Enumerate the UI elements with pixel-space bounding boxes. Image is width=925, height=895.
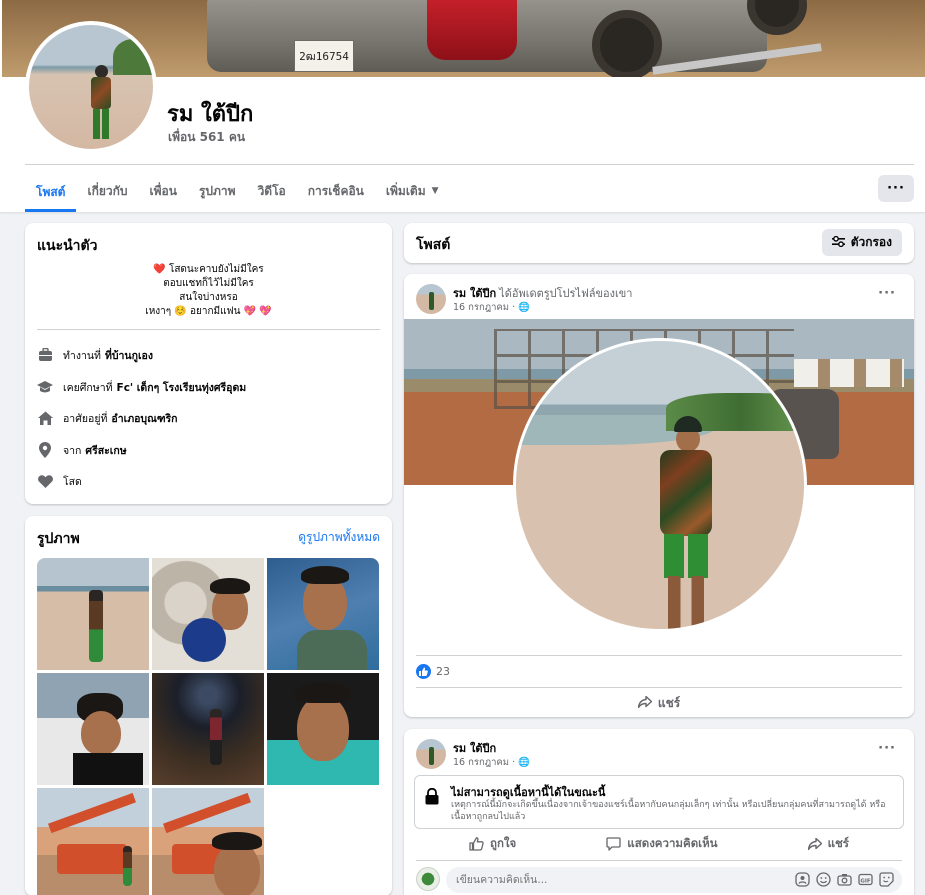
photo-thumbnail[interactable]	[152, 558, 264, 670]
home-icon	[37, 410, 53, 426]
like-button[interactable]: ถูกใจ	[469, 835, 516, 853]
briefcase-icon	[37, 347, 53, 363]
commenter-avatar[interactable]	[416, 867, 440, 891]
photos-card: รูปภาพ ดูรูปภาพทั้งหมด	[25, 516, 392, 895]
photo-thumbnail[interactable]	[267, 673, 379, 785]
post-author-avatar[interactable]	[416, 284, 446, 314]
photo-thumbnail[interactable]	[267, 558, 379, 670]
share-arrow-icon	[807, 838, 822, 850]
bio-line: ตอบแชทก็ไว้ไม่มีใคร	[163, 278, 254, 289]
comment-composer: GIF	[416, 867, 902, 893]
post-divider	[416, 687, 902, 688]
intro-card: แนะนำตัว ❤️ โสดนะคาบยังไม่มีใคร ตอบแชทก็…	[25, 223, 392, 504]
bio-line: สนใจบ่างหรอ	[179, 292, 238, 303]
tab-more[interactable]: เพิ่มเติม ▼	[375, 172, 450, 210]
post-card: รม ใต้ปีก 16 กรกฎาคม · 🌐 ··· ไม่สามารถดู…	[404, 729, 914, 895]
bio-line: ❤️ โสดนะคาบยังไม่มีใคร	[153, 264, 264, 275]
likes-count: 23	[436, 665, 450, 678]
tab-friends[interactable]: เพื่อน	[139, 172, 188, 210]
location-pin-icon	[37, 442, 53, 458]
sliders-icon	[831, 235, 845, 250]
lives-in-link[interactable]: อำเภอบุณฑริก	[111, 410, 177, 427]
tab-checkins[interactable]: การเช็คอิน	[297, 172, 375, 210]
bio: ❤️ โสดนะคาบยังไม่มีใคร ตอบแชทก็ไว้ไม่มีใ…	[25, 263, 392, 319]
license-plate: 2ฒ16754	[294, 40, 354, 72]
intro-divider	[37, 329, 380, 330]
share-button[interactable]: แชร์	[404, 692, 914, 714]
post-divider	[416, 860, 902, 861]
more-options-button[interactable]: ···	[878, 175, 914, 202]
post-options-icon[interactable]: ···	[878, 286, 896, 301]
thumbs-up-icon	[416, 664, 431, 679]
photo-thumbnail[interactable]	[37, 673, 149, 785]
hometown-link[interactable]: ศรีสะเกษ	[85, 442, 126, 459]
share-button[interactable]: แชร์	[807, 835, 849, 853]
posts-header-card: โพสต์ ตัวกรอง	[404, 223, 914, 263]
caret-down-icon: ▼	[431, 186, 439, 196]
photo-thumbnail[interactable]	[37, 558, 149, 670]
work-place-link[interactable]: ที่บ้านกูเอง	[105, 347, 153, 364]
filter-button[interactable]: ตัวกรอง	[821, 229, 902, 256]
avatar-image	[29, 25, 153, 149]
svg-text:GIF: GIF	[860, 878, 871, 884]
profile-avatar[interactable]	[25, 21, 157, 153]
profile-name: รม ใต้ปีก	[167, 102, 254, 127]
post-author-avatar[interactable]	[416, 739, 446, 769]
intro-title: แนะนำตัว	[37, 238, 98, 254]
tab-photos[interactable]: รูปภาพ	[188, 172, 247, 210]
info-education: เคยศึกษาที่ Fc' เด็กๆ โรงเรียนทุ่งศรีอุด…	[37, 377, 246, 397]
photo-thumbnail[interactable]	[37, 788, 149, 895]
tab-about[interactable]: เกี่ยวกับ	[76, 172, 138, 210]
profile-tabs: โพสต์ เกี่ยวกับ เพื่อน รูปภาพ วิดีโอ การ…	[25, 172, 450, 212]
camera-icon[interactable]	[837, 872, 852, 887]
post-actions: ถูกใจ แสดงความคิดเห็น แชร์	[404, 835, 914, 853]
comment-button[interactable]: แสดงความคิดเห็น	[606, 835, 718, 853]
info-from: จาก ศรีสะเกษ	[37, 440, 127, 460]
post-date[interactable]: 16 กรกฎาคม · 🌐	[453, 755, 530, 770]
sticker-icon[interactable]	[879, 872, 894, 887]
photo-thumbnail[interactable]	[152, 673, 264, 785]
graduation-cap-icon	[37, 379, 53, 395]
reaction-summary[interactable]: 23	[416, 664, 450, 679]
post-author-link[interactable]: รม ใต้ปีก	[453, 742, 496, 755]
post-card: รม ใต้ปีก ได้อัพเดตรูปโปรไฟล์ของเขา 16 กร…	[404, 274, 914, 717]
unavailable-description: เหตุการณ์นี้มักจะเกิดขึ้นเนื่องจากเจ้าขอ…	[451, 800, 886, 822]
photos-title: รูปภาพ	[37, 531, 80, 547]
info-lives: อาศัยอยู่ที่ อำเภอบุณฑริก	[37, 408, 178, 428]
education-link[interactable]: Fc' เด็กๆ โรงเรียนทุ่งศรีอุดม	[117, 379, 247, 396]
header-divider	[25, 164, 914, 165]
comment-bubble-icon	[606, 837, 621, 851]
info-work: ทำงานที่ ที่บ้านกูเอง	[37, 345, 153, 365]
gif-icon[interactable]: GIF	[858, 872, 873, 887]
info-relationship: โสด	[37, 471, 82, 491]
friends-count[interactable]: เพื่อน 561 คน	[168, 128, 245, 147]
tab-posts[interactable]: โพสต์	[25, 172, 77, 212]
bio-line: เหงาๆ ☺️ อยากมีแฟน 💖 💖	[145, 306, 272, 317]
comment-tools: GIF	[795, 872, 894, 887]
heart-icon	[37, 473, 53, 489]
share-arrow-icon	[637, 695, 653, 711]
see-all-photos-link[interactable]: ดูรูปภาพทั้งหมด	[298, 528, 380, 547]
posts-title: โพสต์	[416, 237, 451, 253]
emoji-icon[interactable]	[816, 872, 831, 887]
post-action-text: ได้อัพเดตรูปโปรไฟล์ของเขา	[499, 287, 633, 300]
content-unavailable-box: ไม่สามารถดูเนื้อหานี้ได้ในขณะนี้ เหตุการ…	[414, 775, 904, 829]
avatar-sticker-icon[interactable]	[795, 872, 810, 887]
lock-icon	[425, 787, 439, 808]
post-author-link[interactable]: รม ใต้ปีก	[453, 287, 496, 300]
post-options-icon[interactable]: ···	[878, 741, 896, 756]
thumbs-up-icon	[469, 837, 484, 851]
post-date[interactable]: 16 กรกฎาคม · 🌐	[453, 300, 530, 315]
post-divider	[416, 655, 902, 656]
post-profile-photo[interactable]	[513, 338, 807, 632]
photo-thumbnail[interactable]	[152, 788, 264, 895]
tab-videos[interactable]: วิดีโอ	[247, 172, 297, 210]
profile-header: 2ฒ16754 รม ใต้ปีก เพื่อน 561 คน โพสต์ เก…	[0, 0, 925, 212]
